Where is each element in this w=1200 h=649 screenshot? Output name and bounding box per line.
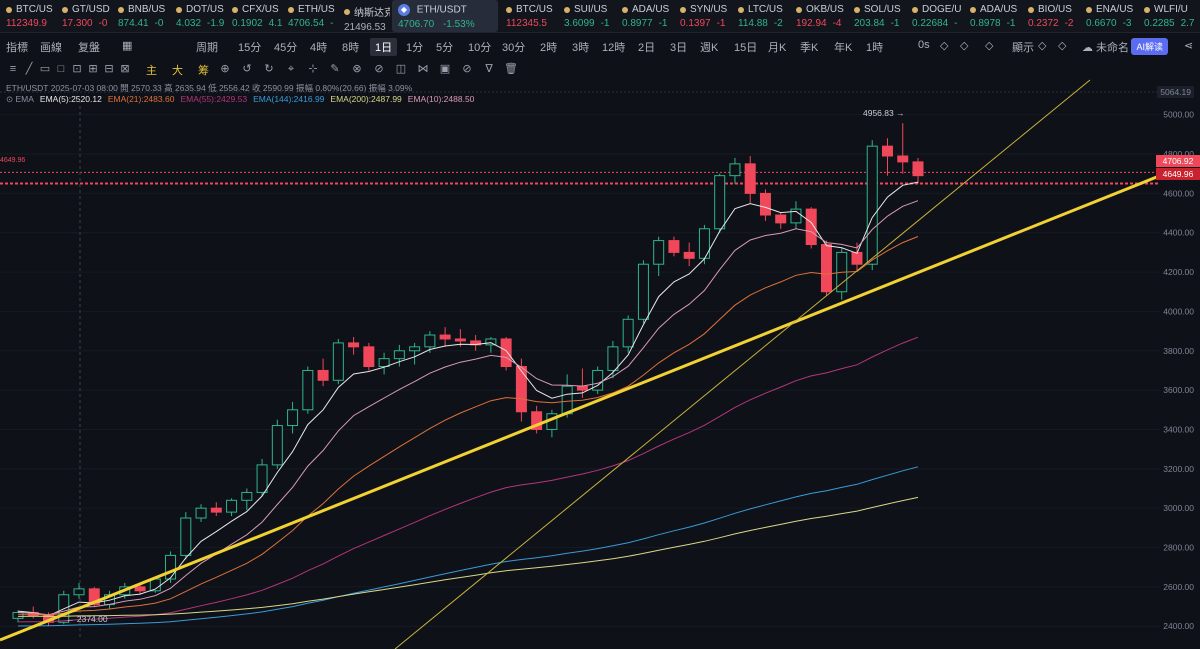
axis-tick-13: 2400.00 bbox=[1163, 621, 1194, 631]
ema-line-10 bbox=[17, 200, 919, 616]
candle-body-16 bbox=[256, 464, 268, 493]
axis-tick-9: 3200.00 bbox=[1163, 464, 1194, 474]
candle-body-22 bbox=[348, 342, 360, 348]
ema-line-144 bbox=[17, 466, 919, 627]
candle-body-18 bbox=[287, 409, 299, 427]
axis-tick-10: 3000.00 bbox=[1163, 503, 1194, 513]
candle-body-40 bbox=[622, 318, 634, 348]
candle-body-42 bbox=[653, 240, 665, 265]
candle-body-0 bbox=[12, 611, 24, 619]
axis-top-label: 5064.19 bbox=[1157, 86, 1194, 98]
candle-body-25 bbox=[393, 350, 405, 360]
axis-tick-0: 5000.00 bbox=[1163, 110, 1194, 120]
candle-body-20 bbox=[317, 369, 329, 381]
axis-tick-8: 3400.00 bbox=[1163, 424, 1194, 434]
candle-body-13 bbox=[210, 507, 222, 513]
candle-body-55 bbox=[851, 251, 863, 265]
axis-tick-3: 4400.00 bbox=[1163, 228, 1194, 238]
ema-line-200 bbox=[17, 496, 919, 617]
axis-tick-7: 3600.00 bbox=[1163, 385, 1194, 395]
high-annotation: 4956.83 → bbox=[863, 108, 905, 118]
candle-body-10 bbox=[165, 554, 177, 580]
line-price-tag: 4649.96 bbox=[1156, 168, 1200, 180]
candle-body-58 bbox=[897, 155, 909, 163]
candle-body-59 bbox=[912, 161, 924, 177]
candle-body-39 bbox=[607, 346, 619, 371]
axis-tick-5: 4000.00 bbox=[1163, 306, 1194, 316]
candle-body-36 bbox=[561, 385, 573, 415]
candle-body-45 bbox=[698, 228, 710, 259]
candle-body-47 bbox=[729, 163, 741, 177]
low-annotation: ← 2374.00 bbox=[66, 614, 108, 624]
left-price-label: 4649.96 bbox=[0, 157, 26, 164]
candle-body-11 bbox=[180, 517, 192, 556]
candle-body-53 bbox=[820, 244, 832, 293]
trendline-main bbox=[0, 174, 1161, 642]
ema-line-5 bbox=[17, 181, 919, 617]
candle-body-41 bbox=[637, 263, 649, 320]
candle-body-4 bbox=[73, 588, 85, 596]
candle-body-23 bbox=[363, 346, 375, 368]
candle-body-37 bbox=[576, 385, 588, 391]
axis-tick-6: 3800.00 bbox=[1163, 346, 1194, 356]
candle-body-49 bbox=[759, 192, 771, 216]
candle-body-14 bbox=[226, 499, 238, 513]
candle-body-56 bbox=[866, 145, 878, 265]
candle-body-24 bbox=[378, 358, 390, 368]
candle-body-19 bbox=[302, 369, 314, 411]
axis-tick-12: 2600.00 bbox=[1163, 582, 1194, 592]
candle-body-26 bbox=[409, 346, 421, 352]
candle-body-17 bbox=[271, 425, 283, 466]
trendline-steep bbox=[394, 79, 1091, 649]
candle-body-44 bbox=[683, 251, 695, 259]
candle-body-43 bbox=[668, 240, 680, 253]
axis-tick-2: 4600.00 bbox=[1163, 188, 1194, 198]
candle-body-50 bbox=[775, 214, 787, 224]
candle-body-48 bbox=[744, 163, 756, 194]
axis-tick-4: 4200.00 bbox=[1163, 267, 1194, 277]
candle-body-8 bbox=[134, 586, 146, 592]
candle-body-29 bbox=[454, 338, 466, 342]
candle-body-33 bbox=[515, 366, 527, 413]
candle-body-21 bbox=[332, 342, 344, 381]
candle-body-12 bbox=[195, 507, 207, 519]
axis-tick-11: 2800.00 bbox=[1163, 543, 1194, 553]
candle-body-57 bbox=[881, 145, 893, 157]
current-price-tag: 4706.92 bbox=[1156, 155, 1200, 167]
candle-body-27 bbox=[424, 334, 436, 348]
candle-body-32 bbox=[500, 338, 512, 368]
candle-body-52 bbox=[805, 208, 817, 246]
candle-body-28 bbox=[439, 334, 451, 340]
candle-body-15 bbox=[241, 491, 253, 501]
candlestick-chart[interactable]: 5000.004800.004600.004400.004200.004000.… bbox=[0, 0, 1200, 649]
candle-body-46 bbox=[714, 175, 726, 230]
ema-line-21 bbox=[17, 236, 919, 616]
